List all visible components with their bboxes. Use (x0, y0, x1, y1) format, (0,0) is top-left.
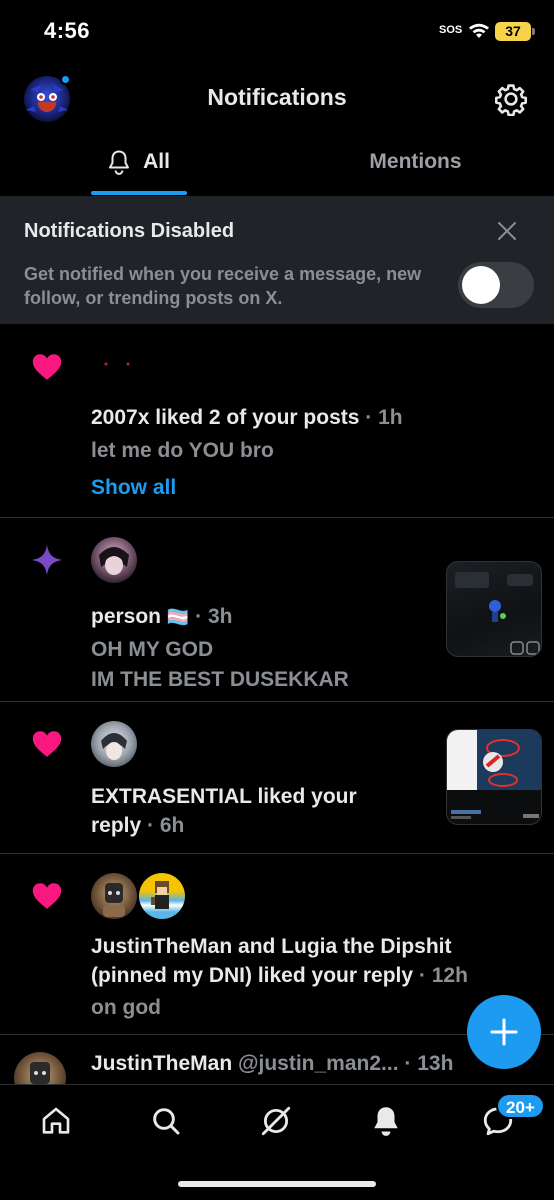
notification-time: · 6h (147, 814, 185, 837)
sos-indicator: SOS (439, 24, 463, 36)
post-preview-line: IM THE BEST DUSEKKAR (91, 668, 349, 691)
notification-text: JustinTheMan and Lugia the Dipshit (91, 935, 452, 959)
avatar-art (104, 362, 130, 366)
tab-all-label: All (143, 150, 170, 173)
heart-icon (32, 354, 62, 380)
notification-time: · 12h (418, 964, 468, 987)
page-title: Notifications (207, 84, 347, 110)
avatar[interactable] (91, 537, 137, 583)
post-thumbnail[interactable] (446, 561, 542, 657)
battery-indicator: 37 (495, 22, 531, 41)
notification-time: · 13h (404, 1052, 454, 1075)
notifications-bell-icon (374, 1107, 398, 1136)
nav-grok[interactable] (256, 1101, 296, 1141)
notification-post-preview: let me do YOU bro (91, 439, 274, 462)
notification-item[interactable]: JustinTheMan and Lugia the Dipshit (pinn… (0, 855, 554, 1035)
avatar-art (103, 883, 125, 917)
wifi-icon (469, 23, 489, 38)
banner-description: Get notified when you receive a message,… (24, 264, 422, 308)
notification-item[interactable]: person 🏳️‍⚧️ · 3h OH MY GOD IM THE BEST … (0, 519, 554, 702)
heart-icon (32, 731, 62, 757)
status-bar: 4:56 SOS 37 (0, 0, 554, 66)
heart-icon (32, 883, 62, 909)
notification-text-main: 2007x liked 2 of your posts (91, 406, 360, 429)
notification-text-main: EXTRASENTIAL liked your (91, 785, 357, 808)
notification-post-preview: on god (91, 996, 161, 1019)
post-thumbnail[interactable] (446, 729, 542, 825)
sparkle-icon (31, 544, 63, 576)
home-indicator (178, 1181, 376, 1187)
bell-icon (109, 150, 130, 175)
active-tab-indicator (91, 191, 187, 195)
banner-title: Notifications Disabled (24, 220, 235, 242)
notification-item[interactable]: EXTRASENTIAL liked your reply · 6h (0, 703, 554, 854)
thumbnail-art (455, 572, 540, 655)
home-icon (42, 1107, 70, 1134)
notification-time: · 1h (365, 406, 403, 429)
grok-icon (261, 1106, 291, 1136)
author-name: JustinTheMan (91, 1052, 233, 1075)
thumbnail-art (447, 730, 541, 819)
tab-mentions[interactable]: Mentions (277, 130, 554, 194)
top-header: Notifications (0, 66, 554, 130)
nav-home[interactable] (36, 1101, 76, 1141)
author-handle: @justin_man2... (238, 1052, 399, 1075)
notification-text-main-2: (pinned my DNI) liked your reply (91, 964, 414, 987)
status-time: 4:56 (44, 18, 91, 43)
tab-mentions-label: Mentions (369, 150, 462, 173)
notification-tabs: All Mentions (0, 130, 554, 195)
messages-badge: 20+ (496, 1093, 545, 1119)
show-all-link[interactable]: Show all (91, 476, 176, 500)
post-preview-line: OH MY GOD (91, 638, 214, 661)
notification-time: · 3h (195, 605, 233, 628)
nav-search[interactable] (146, 1101, 186, 1141)
nav-notifications[interactable] (366, 1101, 406, 1141)
banner-close-button[interactable] (496, 220, 518, 242)
notification-text: 2007x liked 2 of your posts · 1h (91, 406, 403, 430)
avatar-art (99, 547, 129, 575)
battery-tip (532, 28, 535, 35)
avatar[interactable] (91, 873, 137, 919)
avatar[interactable] (139, 873, 185, 919)
toggle-knob (462, 266, 500, 304)
author-flag: 🏳️‍⚧️ (166, 607, 190, 627)
post-header: JustinTheMan @justin_man2... · 13h (91, 1052, 453, 1076)
compose-button[interactable] (467, 995, 541, 1069)
notification-text: person 🏳️‍⚧️ · 3h (91, 605, 232, 629)
plus-icon (490, 1018, 518, 1046)
notifications-disabled-banner: Notifications Disabled Get notified when… (0, 196, 554, 324)
notification-text-continued: reply · 6h (91, 814, 184, 838)
avatar-art (101, 733, 127, 760)
gear-icon (494, 84, 528, 117)
notification-text-main-2: reply (91, 814, 142, 837)
tab-all[interactable]: All (0, 130, 277, 194)
notification-text-main: JustinTheMan and Lugia the Dipshit (91, 935, 452, 958)
notification-item[interactable]: 2007x liked 2 of your posts · 1h let me … (0, 326, 554, 518)
notification-text-continued: (pinned my DNI) liked your reply · 12h (91, 964, 468, 988)
close-icon (498, 222, 516, 240)
avatar-art (151, 881, 169, 909)
author-name: person (91, 605, 162, 628)
notification-text: EXTRASENTIAL liked your (91, 785, 357, 809)
search-icon (153, 1108, 180, 1135)
avatar[interactable] (91, 344, 137, 390)
notification-post-preview: OH MY GOD IM THE BEST DUSEKKAR (91, 635, 349, 695)
settings-button[interactable] (494, 82, 528, 117)
avatar[interactable] (91, 721, 137, 767)
